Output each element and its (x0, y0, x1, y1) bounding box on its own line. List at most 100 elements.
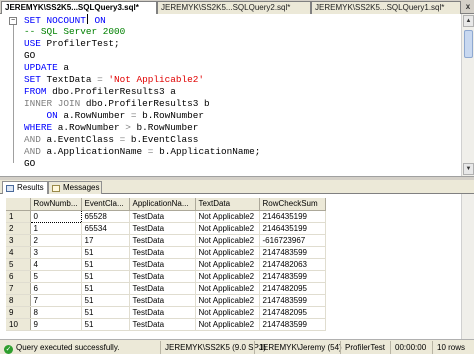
table-cell[interactable]: Not Applicable2 (195, 270, 260, 283)
table-cell[interactable]: 7 (30, 294, 82, 307)
table-cell[interactable]: 51 (81, 294, 130, 307)
table-cell[interactable]: TestData (129, 234, 196, 247)
scroll-up-icon[interactable]: ▲ (463, 15, 474, 27)
table-cell[interactable]: Not Applicable2 (195, 294, 260, 307)
table-cell[interactable]: 9 (30, 318, 82, 331)
table-row[interactable]: 1 0 65528 TestData Not Applicable2 2146435199 (6, 209, 326, 223)
code-token: = (119, 134, 131, 145)
table-cell[interactable]: 4 (30, 258, 82, 271)
row-number[interactable]: 3 (6, 234, 31, 247)
code-token: > (125, 122, 137, 133)
table-cell[interactable]: TestData (129, 246, 196, 259)
row-number[interactable]: 10 (6, 318, 31, 331)
table-cell[interactable]: Not Applicable2 (195, 318, 260, 331)
code-token: a (63, 62, 70, 73)
table-cell[interactable]: Not Applicable2 (195, 258, 260, 271)
table-cell[interactable]: TestData (129, 210, 196, 223)
table-cell[interactable]: TestData (129, 270, 196, 283)
table-cell[interactable]: 51 (81, 282, 130, 295)
tab-results[interactable]: Results (2, 181, 48, 195)
table-cell[interactable]: 2146435199 (259, 210, 326, 223)
table-row[interactable]: 2 1 65534 TestData Not Applicable2 2146435199 (6, 222, 326, 235)
table-row[interactable]: 10 9 51 TestData Not Applicable2 2147483599 (6, 318, 326, 331)
table-cell[interactable]: 2147483599 (259, 318, 326, 331)
table-cell[interactable]: 51 (81, 270, 130, 283)
table-cell[interactable]: 51 (81, 246, 130, 259)
table-cell[interactable]: 5 (30, 270, 82, 283)
row-number[interactable]: 7 (6, 282, 31, 295)
row-number[interactable]: 2 (6, 222, 31, 235)
table-cell[interactable]: 2147482063 (259, 258, 326, 271)
table-row[interactable]: 7 6 51 TestData Not Applicable2 2147482095 (6, 282, 326, 295)
scroll-down-icon[interactable]: ▼ (463, 163, 474, 175)
table-cell[interactable]: 2147483599 (259, 270, 326, 283)
table-row[interactable]: 3 2 17 TestData Not Applicable2 -616723967 (6, 234, 326, 247)
table-cell[interactable]: 2 (30, 234, 82, 247)
tab-label: JEREMYK\SS2K5...SQLQuery1.sql* (315, 3, 445, 12)
code-token: SET (24, 74, 47, 85)
row-number[interactable]: 4 (6, 246, 31, 259)
table-cell[interactable]: 51 (81, 318, 130, 331)
table-cell[interactable]: TestData (129, 222, 196, 235)
table-cell[interactable]: Not Applicable2 (195, 306, 260, 319)
tab-messages-label: Messages (63, 183, 100, 192)
table-row[interactable]: 8 7 51 TestData Not Applicable2 2147483599 (6, 294, 326, 307)
table-cell[interactable]: Not Applicable2 (195, 222, 260, 235)
column-header[interactable]: ApplicationNa... (129, 198, 196, 211)
table-cell[interactable]: Not Applicable2 (195, 234, 260, 247)
row-number[interactable]: 8 (6, 294, 31, 307)
table-cell[interactable]: TestData (129, 318, 196, 331)
tab-sqlquery3[interactable]: JEREMYK\SS2K5...SQLQuery3.sql* (1, 1, 157, 15)
column-header[interactable]: EventCla... (81, 198, 130, 211)
table-cell[interactable]: TestData (129, 306, 196, 319)
table-cell[interactable]: TestData (129, 258, 196, 271)
column-header[interactable]: RowCheckSum (259, 198, 326, 211)
grid-vertical-scrollbar[interactable] (461, 194, 474, 339)
table-cell[interactable]: 51 (81, 258, 130, 271)
close-tab-icon[interactable]: x (464, 1, 472, 13)
table-cell[interactable]: -616723967 (259, 234, 326, 247)
table-cell[interactable]: 6 (30, 282, 82, 295)
row-number[interactable]: 5 (6, 258, 31, 271)
tab-messages[interactable]: Messages (48, 181, 102, 194)
table-cell[interactable]: 2147483599 (259, 246, 326, 259)
table-cell[interactable]: 2146435199 (259, 222, 326, 235)
table-row[interactable]: 6 5 51 TestData Not Applicable2 2147483599 (6, 270, 326, 283)
grid-icon (6, 185, 14, 192)
table-cell[interactable]: Not Applicable2 (195, 282, 260, 295)
row-number[interactable]: 9 (6, 306, 31, 319)
table-cell[interactable]: 0 (29, 209, 82, 223)
query-editor[interactable]: − SET NOCOUNT ON -- SQL Server 2000 USE Pr… (0, 14, 474, 176)
collapse-region-icon[interactable]: − (9, 17, 17, 25)
editor-vertical-scrollbar[interactable]: ▲ ▼ (461, 14, 474, 176)
table-cell[interactable]: Not Applicable2 (195, 210, 260, 223)
table-cell[interactable]: 1 (30, 222, 82, 235)
table-cell[interactable]: 2147483599 (259, 294, 326, 307)
table-cell[interactable]: TestData (129, 282, 196, 295)
tab-sqlquery1[interactable]: JEREMYK\SS2K5...SQLQuery1.sql* (311, 1, 461, 14)
table-cell[interactable]: 2147482095 (259, 306, 326, 319)
table-row[interactable]: 4 3 51 TestData Not Applicable2 2147483599 (6, 246, 326, 259)
table-cell[interactable]: 51 (81, 306, 130, 319)
grid-corner[interactable] (6, 198, 31, 211)
editor-scroll-thumb[interactable] (464, 30, 473, 58)
results-table: RowNumb... EventCla... ApplicationNa... Tex… (6, 198, 326, 331)
sql-code[interactable]: SET NOCOUNT ON -- SQL Server 2000 USE Prof… (24, 14, 460, 170)
table-cell[interactable]: 2147482095 (259, 282, 326, 295)
column-header[interactable]: TextData (195, 198, 260, 211)
table-row[interactable]: 5 4 51 TestData Not Applicable2 2147482063 (6, 258, 326, 271)
table-cell[interactable]: TestData (129, 294, 196, 307)
column-header[interactable]: RowNumb... (30, 198, 82, 211)
table-cell[interactable]: 17 (81, 234, 130, 247)
table-cell[interactable]: 65534 (81, 222, 130, 235)
row-number[interactable]: 1 (6, 210, 31, 223)
tab-sqlquery2[interactable]: JEREMYK\SS2K5...SQLQuery2.sql* (157, 1, 311, 14)
table-row[interactable]: 9 8 51 TestData Not Applicable2 2147482095 (6, 306, 326, 319)
results-grid[interactable]: RowNumb... EventCla... ApplicationNa... Tex… (0, 194, 474, 339)
table-cell[interactable]: 8 (30, 306, 82, 319)
table-cell[interactable]: Not Applicable2 (195, 246, 260, 259)
table-cell[interactable]: 3 (30, 246, 82, 259)
table-cell[interactable]: 65528 (81, 210, 130, 223)
success-icon: ✓ (4, 345, 13, 354)
row-number[interactable]: 6 (6, 270, 31, 283)
